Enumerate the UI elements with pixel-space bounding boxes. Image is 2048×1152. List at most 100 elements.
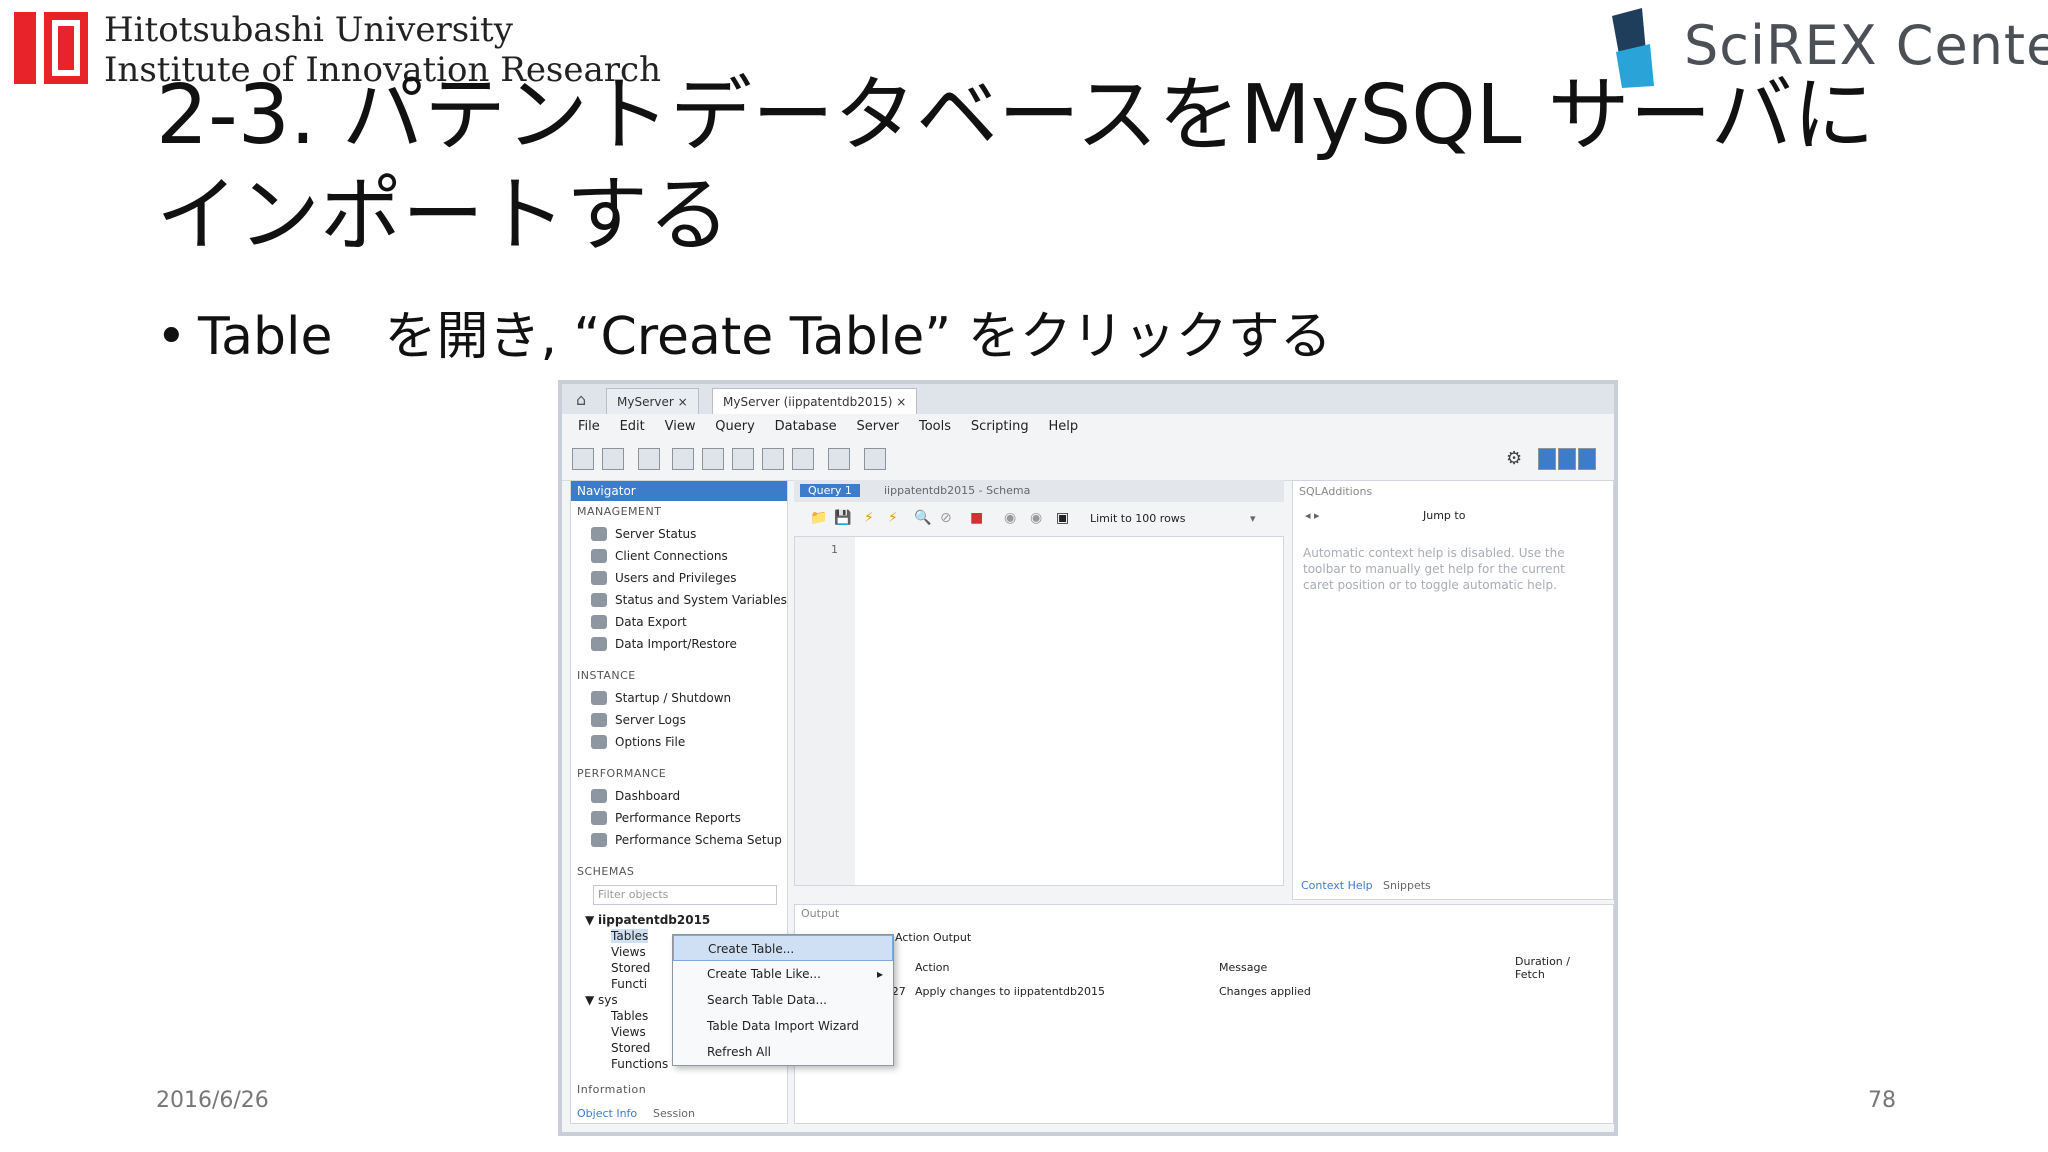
chevron-down-icon[interactable]: ▾ (1250, 512, 1256, 525)
output-title: Output (801, 907, 840, 920)
execute-icon[interactable]: ⚡ (864, 510, 874, 526)
tab-snippets[interactable]: Snippets (1383, 879, 1431, 892)
open-folder-icon[interactable]: 📁 (810, 510, 827, 526)
jump-to-select[interactable]: Jump to (1423, 509, 1465, 522)
filter-objects-input[interactable]: Filter objects (593, 885, 777, 905)
sys-views[interactable]: Views (611, 1025, 646, 1039)
tab-session[interactable]: Session (653, 1107, 695, 1120)
line-gutter: 1 (795, 537, 855, 885)
create-view-icon[interactable] (732, 448, 754, 470)
menu-help[interactable]: Help (1048, 414, 1078, 440)
reconnect-icon[interactable] (864, 448, 886, 470)
menu-scripting[interactable]: Scripting (971, 414, 1029, 440)
connection-tabs: ⌂ MyServer × MyServer (iippatentdb2015) … (562, 384, 1614, 415)
schema-setup-icon (591, 833, 607, 847)
menu-file[interactable]: File (578, 414, 600, 440)
menu-query[interactable]: Query (715, 414, 755, 440)
startup-icon (591, 691, 607, 705)
create-procedure-icon[interactable] (762, 448, 784, 470)
tab-object-info[interactable]: Object Info (577, 1107, 637, 1120)
nav-data-export[interactable]: Data Export (615, 615, 687, 629)
output-selector[interactable]: Action Output (895, 931, 971, 944)
menu-bar: File Edit View Query Database Server Too… (562, 414, 1614, 440)
execute-current-icon[interactable]: ⚡ (888, 510, 898, 526)
nav-performance-reports[interactable]: Performance Reports (615, 811, 741, 825)
open-sql-icon[interactable] (602, 448, 624, 470)
toggle-secondary-sidebar-icon[interactable] (1578, 448, 1596, 470)
nav-back-icon[interactable]: ◂ ▸ (1305, 509, 1320, 522)
main-toolbar: ⚙ (562, 440, 1614, 481)
data-export-icon (591, 615, 607, 629)
section-instance: INSTANCE (577, 669, 636, 682)
sys-tables[interactable]: Tables (611, 1009, 648, 1023)
new-sql-tab-icon[interactable] (572, 448, 594, 470)
autocommit-icon[interactable]: ▣ (1056, 510, 1069, 526)
schema-sys[interactable]: ▼ sys (585, 993, 618, 1007)
col-duration: Duration / Fetch (1515, 955, 1570, 981)
sql-additions-title: SQLAdditions (1299, 485, 1373, 498)
menu-table-data-import-wizard[interactable]: Table Data Import Wizard (673, 1013, 893, 1039)
stop-icon[interactable]: ⊘ (940, 510, 952, 526)
nav-performance-schema-setup[interactable]: Performance Schema Setup (615, 833, 782, 847)
menu-refresh-all[interactable]: Refresh All (673, 1039, 893, 1065)
nav-startup-shutdown[interactable]: Startup / Shutdown (615, 691, 731, 705)
search-table-icon[interactable] (828, 448, 850, 470)
toggle-sidebar-icon[interactable] (1538, 448, 1556, 470)
sys-functions[interactable]: Functions (611, 1057, 668, 1071)
close-icon[interactable]: × (678, 395, 688, 409)
nav-server-status[interactable]: Server Status (615, 527, 696, 541)
create-function-icon[interactable] (792, 448, 814, 470)
context-menu: Create Table... Create Table Like... ▸ Se… (672, 934, 894, 1066)
navigator-header: Navigator (571, 481, 787, 501)
create-table-icon[interactable] (702, 448, 724, 470)
schema-iippatentdb2015[interactable]: ▼ iippatentdb2015 (585, 913, 710, 927)
menu-create-table[interactable]: Create Table... (673, 935, 893, 961)
tree-views[interactable]: Views (611, 945, 646, 959)
explain-icon[interactable]: 🔍 (914, 510, 931, 526)
toggle-error-icon[interactable]: ■ (970, 510, 983, 526)
tree-stored[interactable]: Stored (611, 961, 650, 975)
home-icon[interactable]: ⌂ (576, 390, 586, 409)
tab-schema[interactable]: iippatentdb2015 - Schema (884, 484, 1030, 497)
menu-create-table-like[interactable]: Create Table Like... ▸ (673, 961, 893, 987)
tab-context-help[interactable]: Context Help (1301, 879, 1373, 892)
tree-functions[interactable]: Functi (611, 977, 647, 991)
bullet-content: Table を開き, “Create Table” をクリックする (198, 307, 1332, 367)
nav-status-variables[interactable]: Status and System Variables (615, 593, 787, 607)
limit-rows-select[interactable]: Limit to 100 rows (1090, 512, 1186, 525)
nav-dashboard[interactable]: Dashboard (615, 789, 680, 803)
close-icon[interactable]: × (896, 395, 906, 409)
nav-users-privileges[interactable]: Users and Privileges (615, 571, 737, 585)
tab-query-1[interactable]: Query 1 (800, 484, 860, 497)
create-schema-icon[interactable] (672, 448, 694, 470)
menu-search-table-data[interactable]: Search Table Data... (673, 987, 893, 1013)
gear-icon[interactable]: ⚙ (1506, 448, 1522, 469)
toggle-output-icon[interactable] (1558, 448, 1576, 470)
nav-options-file[interactable]: Options File (615, 735, 685, 749)
section-management: MANAGEMENT (577, 505, 662, 518)
commit-icon[interactable]: ◉ (1004, 510, 1016, 526)
section-schemas: SCHEMAS (577, 865, 635, 878)
menu-edit[interactable]: Edit (620, 414, 645, 440)
sql-editor[interactable]: 1 (794, 536, 1284, 886)
menu-view[interactable]: View (665, 414, 696, 440)
warning-icon (591, 713, 607, 727)
tab-myserver[interactable]: MyServer × (606, 388, 699, 415)
nav-client-connections[interactable]: Client Connections (615, 549, 728, 563)
mysql-workbench-screenshot: ⌂ MyServer × MyServer (iippatentdb2015) … (558, 380, 1618, 1136)
rollback-icon[interactable]: ◉ (1030, 510, 1042, 526)
menu-server[interactable]: Server (857, 414, 900, 440)
client-connections-icon (591, 549, 607, 563)
save-icon[interactable]: 💾 (834, 510, 851, 526)
tab-myserver-schema[interactable]: MyServer (iippatentdb2015) × (712, 388, 918, 415)
server-status-icon (591, 527, 607, 541)
menu-tools[interactable]: Tools (919, 414, 951, 440)
inspector-icon[interactable] (638, 448, 660, 470)
nav-server-logs[interactable]: Server Logs (615, 713, 686, 727)
tree-tables[interactable]: Tables (611, 929, 649, 943)
nav-data-import[interactable]: Data Import/Restore (615, 637, 737, 651)
section-information: Information (577, 1083, 647, 1096)
menu-database[interactable]: Database (775, 414, 837, 440)
editor-tabs: Query 1 iippatentdb2015 - Schema (794, 480, 1284, 502)
sys-stored[interactable]: Stored (611, 1041, 650, 1055)
